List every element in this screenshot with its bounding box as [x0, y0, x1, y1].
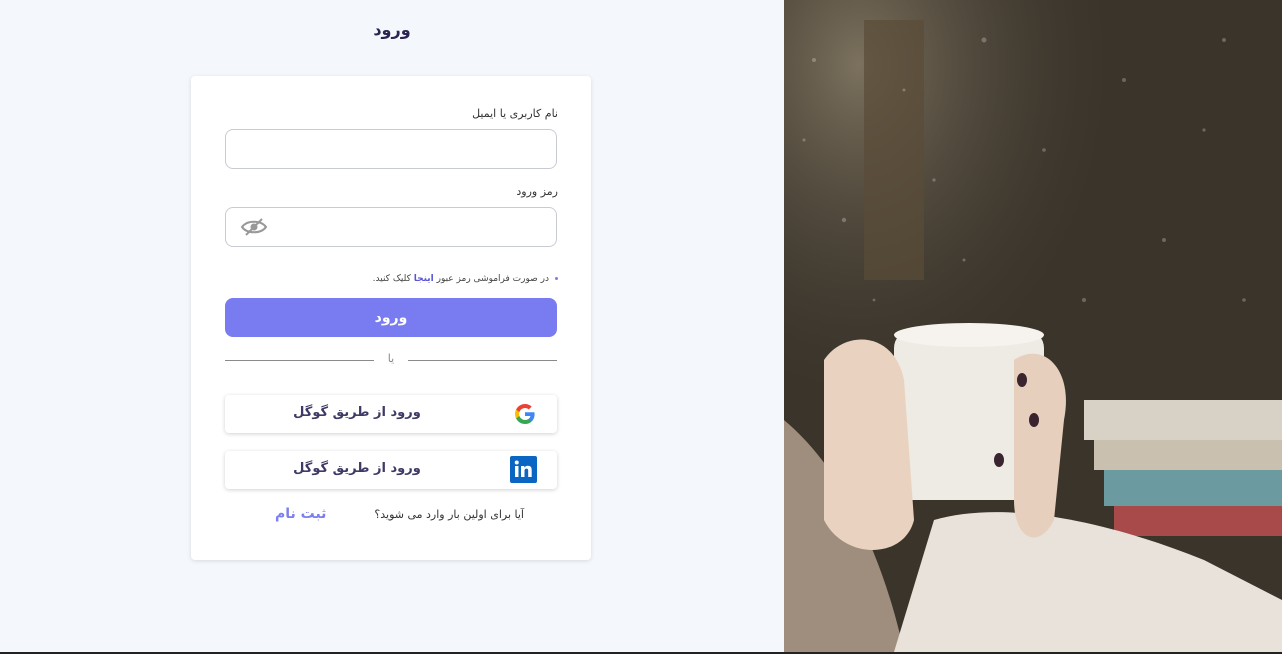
password-label: رمز ورود: [516, 185, 558, 198]
bullet-dot: [555, 277, 558, 280]
linkedin-login-button[interactable]: ورود از طریق گوگل: [225, 451, 557, 489]
google-icon: [515, 404, 535, 424]
login-button[interactable]: ورود: [225, 298, 557, 337]
login-panel: ورود نام کاربری یا ایمیل رمز ورود در صور…: [0, 0, 784, 652]
forgot-password-link[interactable]: اینجا: [414, 274, 434, 284]
signup-prompt: آیا برای اولین بار وارد می شوید؟: [374, 508, 524, 521]
forgot-password-text: در صورت فراموشی رمز عبور اینجا کلیک کنید…: [373, 274, 558, 284]
login-card: نام کاربری یا ایمیل رمز ورود در صورت فرا…: [191, 76, 591, 560]
forgot-prefix: در صورت فراموشی رمز عبور: [433, 274, 549, 284]
signup-link[interactable]: ثبت نام: [275, 506, 326, 522]
hero-image: [784, 0, 1282, 652]
google-login-button[interactable]: ورود از طریق گوگل: [225, 395, 557, 433]
password-input[interactable]: [225, 207, 557, 247]
forgot-suffix: کلیک کنید.: [372, 274, 414, 284]
page-title: ورود: [373, 20, 411, 39]
rainy-window-mug-photo: [784, 0, 1282, 652]
linkedin-icon: [510, 456, 537, 483]
linkedin-login-label: ورود از طریق گوگل: [293, 461, 421, 476]
username-input[interactable]: [225, 129, 557, 169]
divider-text: یا: [387, 352, 395, 365]
username-label: نام کاربری یا ایمیل: [472, 107, 558, 120]
google-login-label: ورود از طریق گوگل: [293, 405, 421, 420]
or-divider: یا: [225, 352, 557, 367]
eye-off-icon[interactable]: [240, 217, 268, 237]
